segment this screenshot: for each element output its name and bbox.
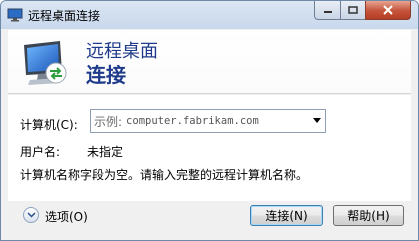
header-banner: 远程桌面 连接 — [8, 30, 411, 94]
username-label: 用户名: — [20, 145, 61, 159]
title-bar[interactable]: 远程桌面连接 — [1, 1, 418, 29]
computer-example-prefix: 示例: — [94, 114, 123, 129]
remote-desktop-icon — [24, 41, 67, 85]
banner-title-line2: 连接 — [86, 63, 126, 87]
maximize-icon — [348, 6, 358, 14]
dropdown-arrow-icon[interactable] — [313, 118, 321, 123]
username-value: 未指定 — [87, 145, 124, 159]
close-icon — [383, 5, 393, 15]
maximize-button[interactable] — [340, 1, 366, 20]
chevron-down-icon — [26, 212, 36, 218]
remote-desktop-window: 远程桌面连接 远程桌面 连接 计算机(C): 示例: computer.fabr… — [0, 0, 419, 241]
minimize-icon — [323, 11, 332, 13]
window-title: 远程桌面连接 — [28, 9, 101, 23]
close-button[interactable] — [365, 1, 411, 20]
connect-button[interactable]: 连接(N) — [250, 205, 323, 226]
options-expand-button[interactable] — [23, 207, 39, 223]
remote-desktop-small-icon — [7, 8, 23, 22]
computer-placeholder: computer.fabrikam.com — [126, 115, 259, 127]
minimize-button[interactable] — [314, 1, 341, 20]
options-label[interactable]: 选项(O) — [45, 208, 88, 225]
help-button[interactable]: 帮助(H) — [333, 205, 404, 226]
connection-form: 计算机(C): 示例: computer.fabrikam.com 用户名: 未… — [8, 95, 411, 201]
validation-message: 计算机名称字段为空。请输入完整的远程计算机名称。 — [20, 168, 309, 182]
computer-combobox[interactable]: 示例: computer.fabrikam.com — [90, 109, 326, 133]
computer-label: 计算机(C): — [20, 118, 78, 132]
